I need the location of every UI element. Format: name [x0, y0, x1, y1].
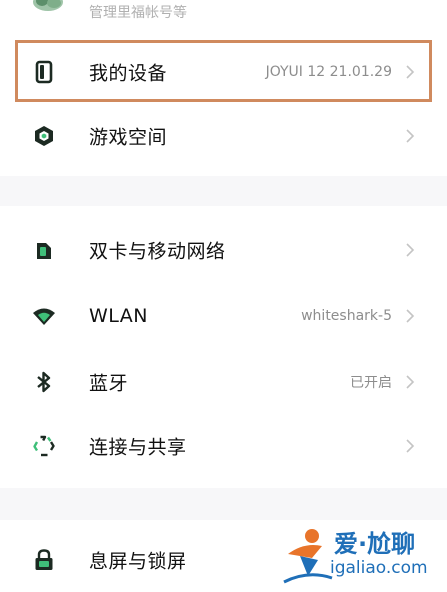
- settings-item-dual-sim[interactable]: 双卡与移动网络: [0, 218, 447, 282]
- chevron-right-icon: [406, 65, 415, 79]
- settings-item-label: 游戏空间: [89, 126, 168, 149]
- settings-item-value: JOYUI 12 21.01.29: [265, 64, 392, 80]
- settings-item-label: 我的设备: [89, 62, 168, 85]
- game-space-icon: [35, 126, 53, 146]
- chevron-right-icon: [406, 439, 415, 453]
- section-divider: [0, 488, 447, 520]
- bluetooth-icon: [37, 371, 51, 393]
- settings-item-value: whiteshark-5: [301, 308, 392, 324]
- settings-item-label: 连接与共享: [89, 436, 187, 459]
- settings-item-value: 已开启: [350, 375, 392, 391]
- settings-item-label: 双卡与移动网络: [89, 240, 226, 263]
- settings-item-label: 蓝牙: [89, 372, 129, 395]
- chevron-right-icon: [406, 243, 415, 257]
- settings-item-my-device[interactable]: 我的设备 JOYUI 12 21.01.29: [0, 40, 447, 104]
- settings-item-game-space[interactable]: 游戏空间: [0, 104, 447, 168]
- chevron-right-icon: [406, 129, 415, 143]
- lock-icon: [35, 549, 53, 570]
- account-row[interactable]: 管理里福帐号等: [0, 0, 447, 22]
- phone-icon: [35, 60, 53, 84]
- connection-share-icon: [33, 435, 55, 457]
- chevron-right-icon: [406, 375, 415, 389]
- settings-item-label: 息屏与锁屏: [89, 550, 187, 573]
- watermark: 爱·尬聊 igaliao.com: [282, 520, 442, 588]
- watermark-url: igaliao.com: [330, 558, 428, 578]
- watermark-title: 爱·尬聊: [334, 530, 416, 558]
- wifi-icon: [33, 308, 55, 325]
- sim-card-icon: [37, 243, 51, 259]
- settings-item-connection-sharing[interactable]: 连接与共享: [0, 414, 447, 478]
- section-divider: [0, 176, 447, 206]
- account-avatar-icon: [33, 0, 63, 11]
- chevron-right-icon: [406, 309, 415, 323]
- settings-item-label: WLAN: [89, 305, 149, 327]
- settings-page: 管理里福帐号等 我的设备 JOYUI 12 21.01.29 游戏空间 双卡与移…: [0, 0, 447, 592]
- settings-item-wlan[interactable]: WLAN whiteshark-5: [0, 284, 447, 348]
- watermark-logo-icon: [283, 529, 333, 584]
- account-row-label: 管理里福帐号等: [89, 5, 187, 21]
- settings-item-bluetooth[interactable]: 蓝牙 已开启: [0, 350, 447, 414]
